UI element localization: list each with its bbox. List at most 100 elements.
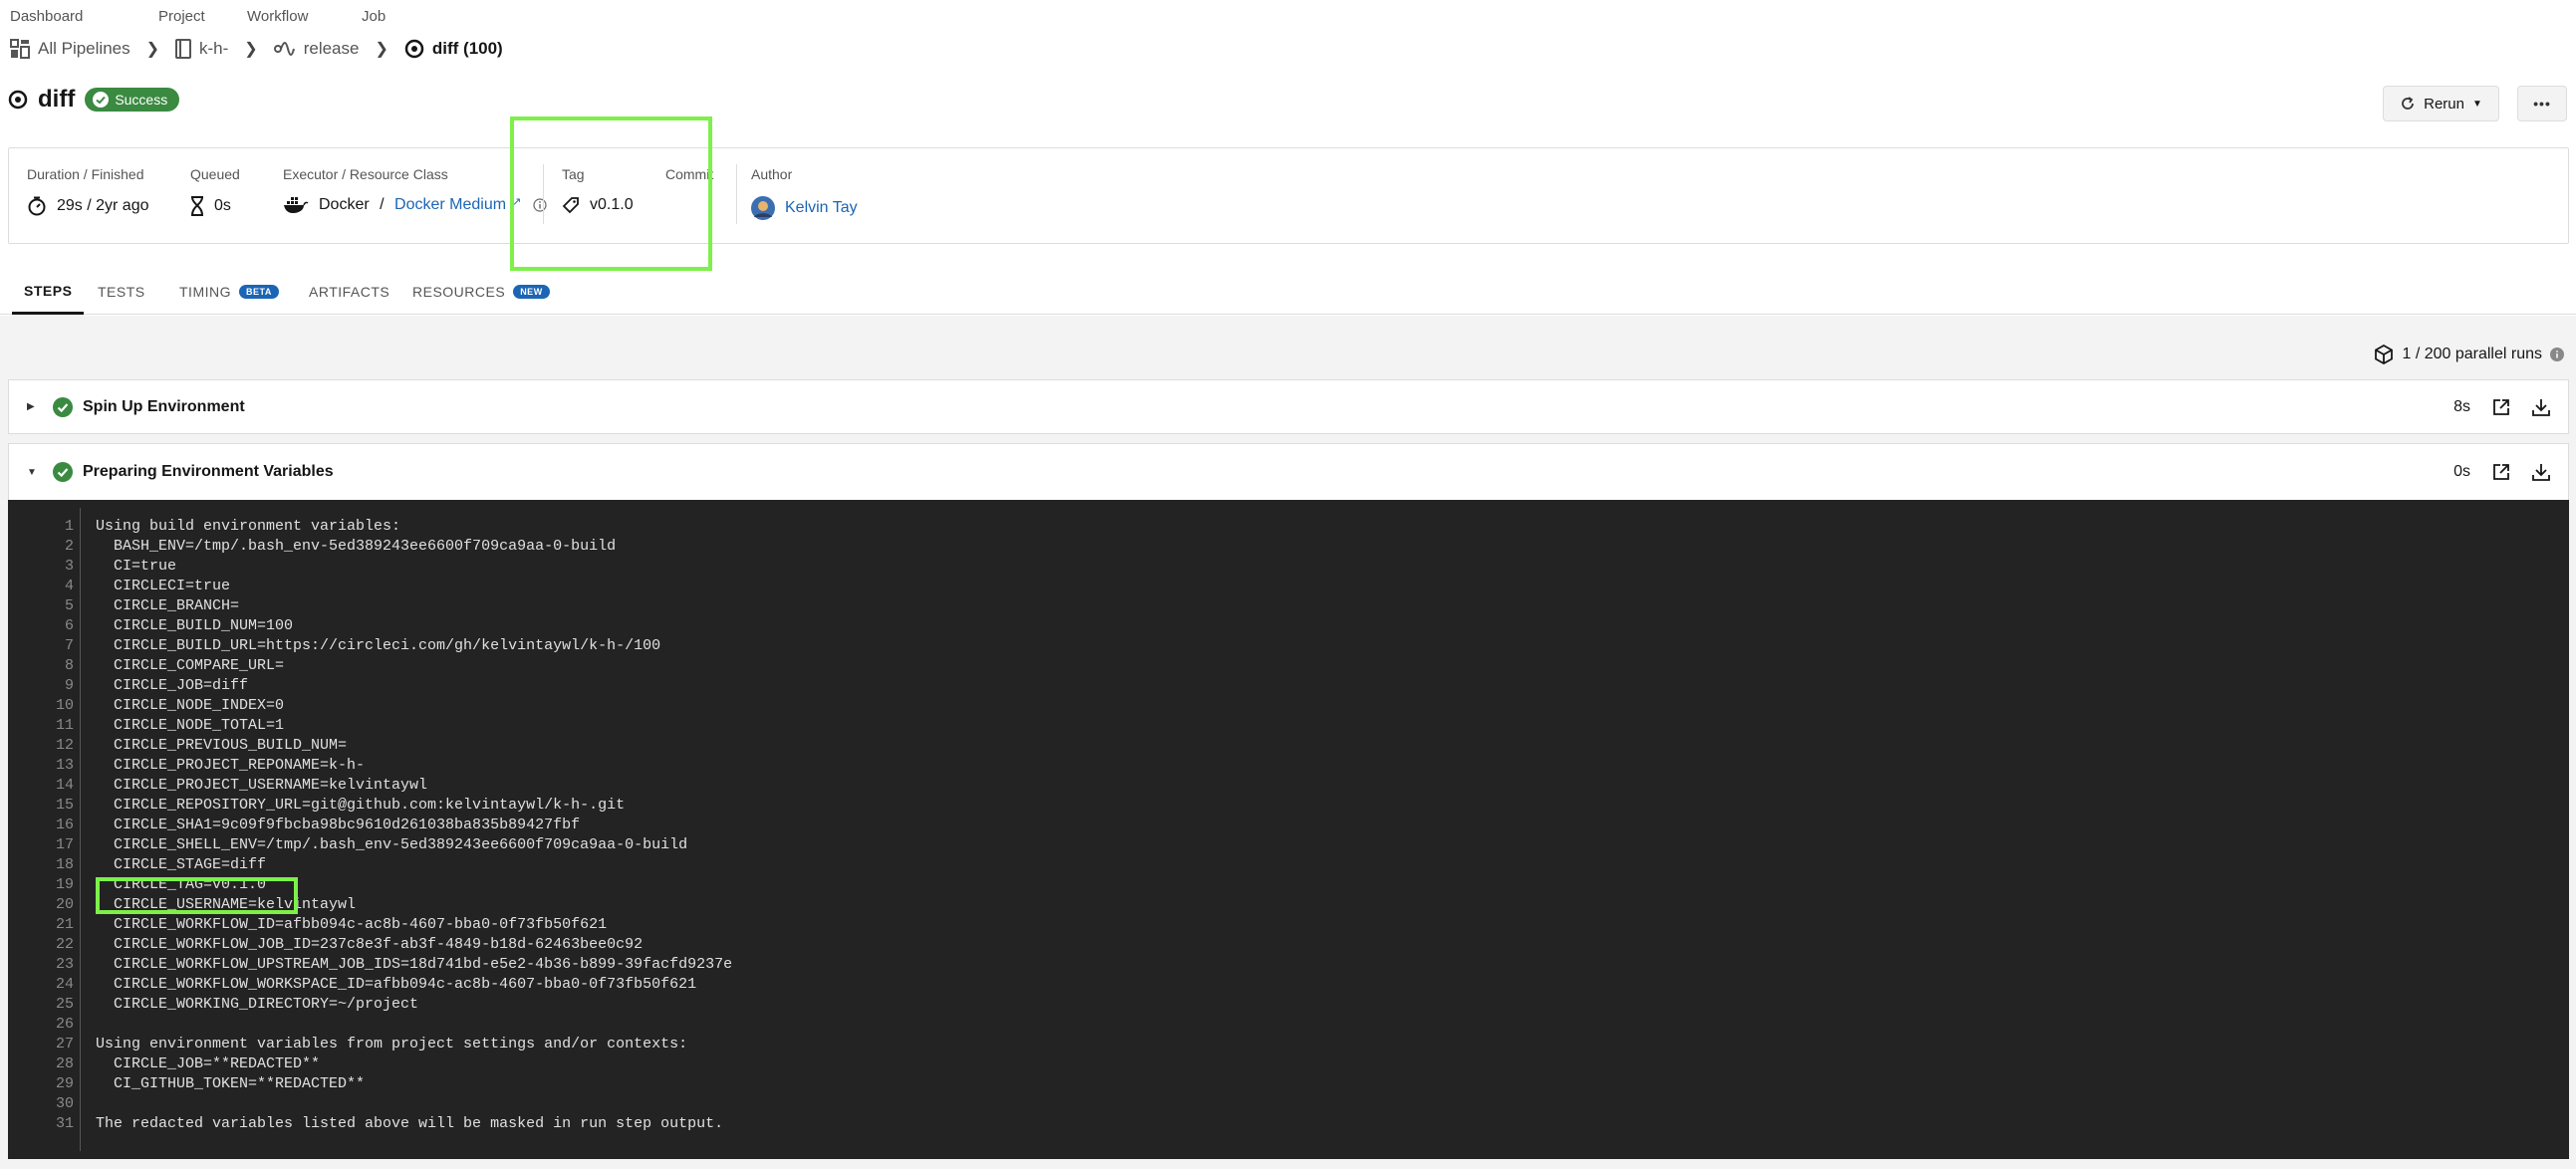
dashboard-grid-icon [10,39,30,59]
line-text: CIRCLE_PREVIOUS_BUILD_NUM= [96,737,348,754]
breadcrumb-workflow-label: release [303,39,360,58]
tag-label: Tag [562,166,585,182]
line-text: CIRCLE_WORKFLOW_ID=afbb094c-ac8b-4607-bb… [96,916,608,933]
terminal-line: 30 [8,1094,2569,1114]
line-text: CIRCLE_JOB=diff [96,677,249,694]
step-spin-up-environment[interactable]: ▶ Spin Up Environment 8s [8,379,2569,434]
resource-class-link[interactable]: Docker Medium [394,196,506,214]
avatar [751,196,775,220]
book-icon [175,39,192,59]
step-output-terminal[interactable]: 1 Using build environment variables: 2 BAS… [8,500,2569,1159]
line-text: CIRCLE_NODE_INDEX=0 [96,697,285,714]
breadcrumb-all-pipelines[interactable]: All Pipelines [10,39,130,59]
download-icon[interactable] [2532,398,2550,416]
status-badge-label: Success [115,92,168,108]
tab-tests-label: TESTS [98,284,145,300]
line-text: CIRCLE_PROJECT_REPONAME=k-h- [96,757,366,774]
terminal-line: 2 BASH_ENV=/tmp/.bash_env-5ed389243ee660… [8,537,2569,557]
terminal-line: 23 CIRCLE_WORKFLOW_UPSTREAM_JOB_IDS=18d7… [8,955,2569,975]
terminal-line: 1 Using build environment variables: [8,517,2569,537]
duration-info: Duration / Finished 29s / 2yr ago [27,166,149,216]
breadcrumb-job[interactable]: diff (100) [404,39,503,59]
parallel-runs-label: 1 / 200 parallel runs [2402,346,2542,362]
step-duration: 0s [2453,463,2470,480]
job-tabs: STEPS TESTS TIMING BETA ARTIFACTS RESOUR… [0,269,2576,315]
breadcrumb-label-project: Project [158,8,205,25]
line-number: 24 [55,976,74,993]
author-link[interactable]: Kelvin Tay [785,199,858,217]
terminal-line: 4 CIRCLECI=true [8,577,2569,596]
line-text: CIRCLE_WORKFLOW_WORKSPACE_ID=afbb094c-ac… [96,976,697,993]
line-number: 31 [55,1115,74,1132]
tab-timing[interactable]: TIMING BETA [179,269,279,315]
info-icon[interactable] [2550,348,2564,361]
line-text: CIRCLE_PROJECT_USERNAME=kelvintaywl [96,777,428,794]
line-text: CIRCLE_NODE_TOTAL=1 [96,717,285,734]
line-number: 25 [55,996,74,1013]
caret-right-icon[interactable]: ▶ [27,401,41,412]
line-number: 5 [64,597,74,614]
status-badge: Success [85,88,180,112]
tab-steps[interactable]: STEPS [12,269,85,315]
line-text: CIRCLE_REPOSITORY_URL=git@github.com:kel… [96,797,626,814]
info-icon[interactable] [533,198,547,212]
line-text: BASH_ENV=/tmp/.bash_env-5ed389243ee6600f… [96,538,617,555]
breadcrumb-label-job: Job [362,8,386,25]
line-number: 22 [55,936,74,953]
terminal-line: 21 CIRCLE_WORKFLOW_ID=afbb094c-ac8b-4607… [8,915,2569,935]
line-number: 15 [55,797,74,814]
line-number: 17 [55,836,74,853]
terminal-line: 25 CIRCLE_WORKING_DIRECTORY=~/project [8,995,2569,1015]
terminal-line: 29 CI_GITHUB_TOKEN=**REDACTED** [8,1074,2569,1094]
open-external-icon[interactable] [2492,398,2510,416]
line-text: CIRCLE_COMPARE_URL= [96,657,285,674]
caret-down-icon[interactable]: ▼ [27,467,41,478]
queued-label: Queued [190,166,240,182]
download-icon[interactable] [2532,463,2550,481]
parallel-runs-selector[interactable]: 1 / 200 parallel runs [2374,345,2564,364]
rerun-button[interactable]: Rerun ▼ [2383,86,2499,121]
terminal-line: 16 CIRCLE_SHA1=9c09f9fbcba98bc9610d26103… [8,816,2569,835]
terminal-line: 13 CIRCLE_PROJECT_REPONAME=k-h- [8,756,2569,776]
cube-icon [2374,345,2394,364]
terminal-line: 14 CIRCLE_PROJECT_USERNAME=kelvintaywl [8,776,2569,796]
tab-tests[interactable]: TESTS [98,269,145,315]
line-text: CIRCLE_WORKFLOW_JOB_ID=237c8e3f-ab3f-484… [96,936,644,953]
step-preparing-environment-variables[interactable]: ▼ Preparing Environment Variables 0s [8,443,2569,501]
line-number: 30 [55,1095,74,1112]
breadcrumb-job-label: diff (100) [431,39,503,58]
terminal-line: 5 CIRCLE_BRANCH= [8,596,2569,616]
tab-resources-label: RESOURCES [412,284,506,300]
line-number: 26 [55,1016,74,1033]
line-number: 12 [55,737,74,754]
more-actions-button[interactable]: ••• [2517,86,2567,121]
line-number: 21 [55,916,74,933]
line-text: CIRCLECI=true [96,578,231,594]
tab-artifacts[interactable]: ARTIFACTS [309,269,389,315]
line-number: 27 [55,1036,74,1052]
line-text: Using build environment variables: [96,518,401,535]
tag-info: Tag v0.1.0 [562,166,634,214]
breadcrumb-project[interactable]: k-h- [175,39,228,59]
line-text: CI=true [96,558,177,575]
executor-value: Docker [319,196,370,213]
line-text: Using environment variables from project… [96,1036,688,1052]
refresh-icon [2400,96,2416,112]
terminal-line: 28 CIRCLE_JOB=**REDACTED** [8,1054,2569,1074]
external-link-icon[interactable]: ↗ [512,195,521,208]
step-duration: 8s [2453,397,2470,415]
open-external-icon[interactable] [2492,463,2510,481]
workflow-icon [273,39,296,59]
line-text: CIRCLE_BRANCH= [96,597,240,614]
rerun-button-label: Rerun [2424,95,2464,113]
line-number: 14 [55,777,74,794]
tab-timing-label: TIMING [179,284,231,300]
terminal-line: 22 CIRCLE_WORKFLOW_JOB_ID=237c8e3f-ab3f-… [8,935,2569,955]
terminal-line: 31 The redacted variables listed above wi… [8,1114,2569,1134]
line-number: 23 [55,956,74,973]
breadcrumb-project-label: k-h- [199,39,229,58]
check-circle-icon [93,92,110,108]
tab-resources[interactable]: RESOURCES NEW [412,269,550,315]
line-text: CIRCLE_TAG=v0.1.0 [96,876,267,893]
breadcrumb-workflow[interactable]: release [273,39,360,59]
